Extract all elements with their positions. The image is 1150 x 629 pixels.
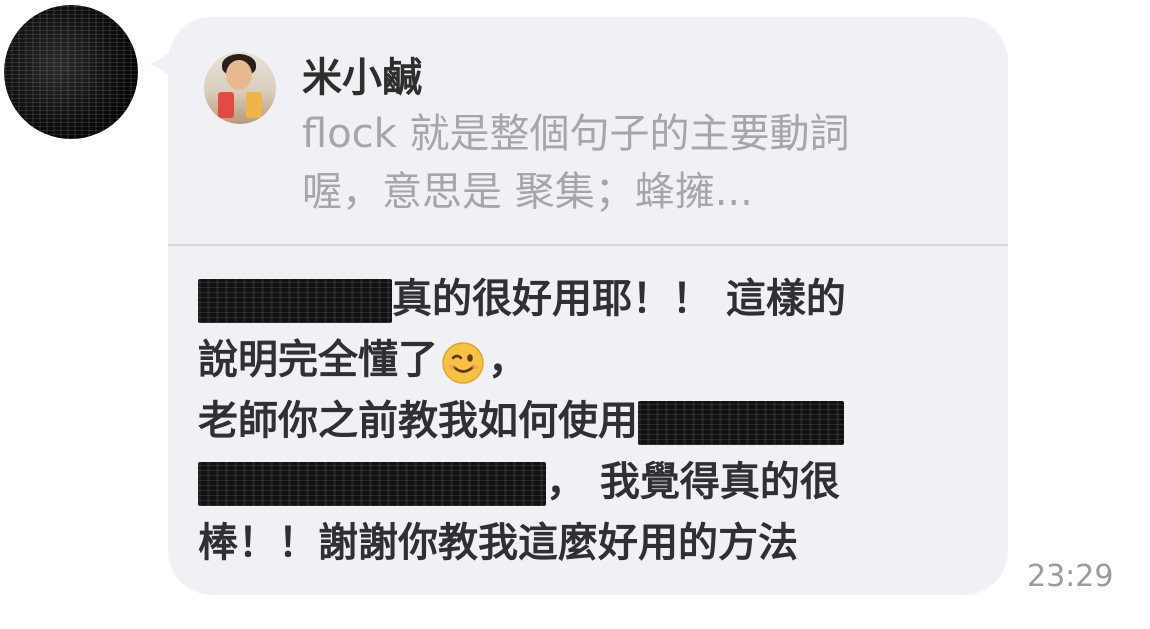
redacted-block bbox=[198, 462, 546, 506]
sender-avatar[interactable] bbox=[4, 5, 138, 139]
avatar-face-shape bbox=[226, 60, 252, 90]
message-timestamp: 23:29 bbox=[1027, 559, 1114, 594]
message-line: 說明完全懂了 ， bbox=[198, 330, 988, 391]
reply-quote[interactable]: 米小鹹 flock 就是整個句子的主要動詞 喔，意思是 聚集；蜂擁... bbox=[168, 17, 1008, 245]
reply-preview-line: 喔，意思是 聚集；蜂擁... bbox=[302, 169, 753, 215]
reply-preview-text: flock 就是整個句子的主要動詞 喔，意思是 聚集；蜂擁... bbox=[302, 105, 982, 221]
message-line-text: 說明完全懂了 bbox=[198, 337, 438, 383]
message-line: 老師你之前教我如何使用 bbox=[198, 391, 988, 452]
reply-author-avatar bbox=[204, 52, 276, 124]
reply-divider bbox=[168, 244, 1008, 246]
message-line-text: 老師你之前教我如何使用 bbox=[198, 398, 638, 444]
avatar-drink-shape bbox=[218, 92, 234, 118]
winking-face-icon bbox=[442, 341, 484, 384]
message-line-text: 真的很好用耶！！ 這樣的 bbox=[392, 276, 846, 322]
chat-message-row: 米小鹹 flock 就是整個句子的主要動詞 喔，意思是 聚集；蜂擁... 真的很… bbox=[0, 0, 1150, 629]
message-line: 真的很好用耶！！ 這樣的 bbox=[198, 269, 988, 330]
reply-author-name: 米小鹹 bbox=[302, 55, 422, 101]
message-bubble[interactable]: 米小鹹 flock 就是整個句子的主要動詞 喔，意思是 聚集；蜂擁... 真的很… bbox=[168, 17, 1008, 595]
message-line-text: ， 我覺得真的很 bbox=[546, 459, 840, 505]
message-line-text: 棒！！謝謝你教我這麼好用的方法 bbox=[198, 520, 798, 566]
avatar-drink-shape bbox=[246, 92, 262, 118]
message-line-text: ， bbox=[488, 337, 528, 383]
reply-preview-line: flock 就是整個句子的主要動詞 bbox=[302, 111, 850, 157]
message-line: 棒！！謝謝你教我這麼好用的方法 bbox=[198, 513, 988, 574]
message-text: 真的很好用耶！！ 這樣的 說明完全懂了 ， 老師你之前教我如何使用 ， 我覺得真的… bbox=[198, 269, 988, 574]
redacted-block bbox=[638, 401, 844, 445]
message-line: ， 我覺得真的很 bbox=[198, 452, 988, 513]
redacted-block bbox=[198, 279, 392, 323]
